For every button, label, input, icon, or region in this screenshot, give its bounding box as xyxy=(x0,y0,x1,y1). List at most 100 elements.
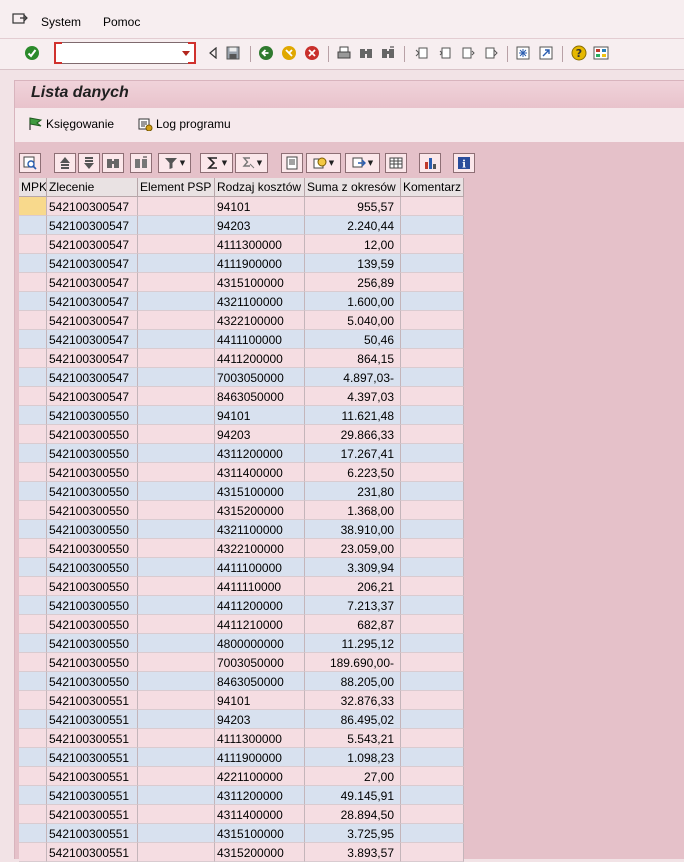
cell-cost-center[interactable] xyxy=(19,406,47,425)
cell-cost-element[interactable]: 4315100000 xyxy=(215,482,305,501)
column-header-cost-center[interactable]: MPK xyxy=(19,178,47,197)
new-session-icon[interactable] xyxy=(515,45,531,61)
cell-cost-element[interactable]: 8463050000 xyxy=(215,672,305,691)
table-row[interactable]: 542100300547 94203 2.240,44 xyxy=(19,216,464,235)
cell-wbs-element[interactable] xyxy=(138,558,215,577)
cell-cost-center[interactable] xyxy=(19,615,47,634)
cell-cost-element[interactable]: 7003050000 xyxy=(215,368,305,387)
cell-period-sum[interactable]: 206,21 xyxy=(305,577,401,596)
cell-comment[interactable] xyxy=(401,254,464,273)
cell-comment[interactable] xyxy=(401,406,464,425)
cell-order[interactable]: 542100300550 xyxy=(47,577,138,596)
export-icon[interactable]: ▼ xyxy=(345,153,380,173)
cell-cost-element[interactable]: 4315200000 xyxy=(215,501,305,520)
cell-order[interactable]: 542100300550 xyxy=(47,596,138,615)
cell-comment[interactable] xyxy=(401,292,464,311)
cell-comment[interactable] xyxy=(401,520,464,539)
cell-order[interactable]: 542100300547 xyxy=(47,254,138,273)
cell-cost-center[interactable] xyxy=(19,558,47,577)
cell-cost-center[interactable] xyxy=(19,387,47,406)
cell-cost-element[interactable]: 4315100000 xyxy=(215,824,305,843)
cell-comment[interactable] xyxy=(401,368,464,387)
cell-wbs-element[interactable] xyxy=(138,235,215,254)
cell-period-sum[interactable]: 6.223,50 xyxy=(305,463,401,482)
cell-order[interactable]: 542100300547 xyxy=(47,387,138,406)
cell-cost-center[interactable] xyxy=(19,368,47,387)
cell-period-sum[interactable]: 4.397,03 xyxy=(305,387,401,406)
cell-cost-center[interactable] xyxy=(19,254,47,273)
cell-cost-center[interactable] xyxy=(19,596,47,615)
cell-order[interactable]: 542100300550 xyxy=(47,501,138,520)
cell-wbs-element[interactable] xyxy=(138,710,215,729)
column-header-wbs-element[interactable]: Element PSP xyxy=(138,178,215,197)
cell-cost-element[interactable]: 94203 xyxy=(215,216,305,235)
table-row[interactable]: 542100300551 4315200000 3.893,57 xyxy=(19,843,464,862)
table-row[interactable]: 542100300547 4411100000 50,46 xyxy=(19,330,464,349)
cell-cost-center[interactable] xyxy=(19,843,47,862)
find-next-icon[interactable] xyxy=(380,45,396,61)
cell-comment[interactable] xyxy=(401,691,464,710)
command-input[interactable] xyxy=(59,45,179,63)
cell-period-sum[interactable]: 2.240,44 xyxy=(305,216,401,235)
cell-wbs-element[interactable] xyxy=(138,729,215,748)
cell-order[interactable]: 542100300550 xyxy=(47,463,138,482)
table-row[interactable]: 542100300550 8463050000 88.205,00 xyxy=(19,672,464,691)
cell-wbs-element[interactable] xyxy=(138,406,215,425)
cell-cost-center[interactable] xyxy=(19,653,47,672)
cell-period-sum[interactable]: 3.725,95 xyxy=(305,824,401,843)
cell-period-sum[interactable]: 29.866,33 xyxy=(305,425,401,444)
shortcut-icon[interactable] xyxy=(538,45,554,61)
cell-order[interactable]: 542100300550 xyxy=(47,406,138,425)
cell-cost-element[interactable]: 94101 xyxy=(215,406,305,425)
help-icon[interactable]: ? xyxy=(571,45,587,61)
cell-comment[interactable] xyxy=(401,767,464,786)
cell-order[interactable]: 542100300547 xyxy=(47,292,138,311)
cell-wbs-element[interactable] xyxy=(138,748,215,767)
posting-button[interactable]: Księgowanie xyxy=(27,117,114,131)
cell-period-sum[interactable]: 189.690,00- xyxy=(305,653,401,672)
cell-wbs-element[interactable] xyxy=(138,672,215,691)
cell-cost-element[interactable]: 4311200000 xyxy=(215,444,305,463)
column-header-order[interactable]: Zlecenie xyxy=(47,178,138,197)
cell-comment[interactable] xyxy=(401,216,464,235)
cell-order[interactable]: 542100300550 xyxy=(47,539,138,558)
cell-comment[interactable] xyxy=(401,805,464,824)
sort-ascending-icon[interactable] xyxy=(54,153,76,173)
cell-wbs-element[interactable] xyxy=(138,273,215,292)
cell-wbs-element[interactable] xyxy=(138,254,215,273)
table-row[interactable]: 542100300547 4411200000 864,15 xyxy=(19,349,464,368)
cell-cost-center[interactable] xyxy=(19,577,47,596)
cell-period-sum[interactable]: 1.600,00 xyxy=(305,292,401,311)
cell-comment[interactable] xyxy=(401,824,464,843)
table-row[interactable]: 542100300550 7003050000 189.690,00- xyxy=(19,653,464,672)
find-icon[interactable] xyxy=(102,153,124,173)
cell-comment[interactable] xyxy=(401,558,464,577)
cell-wbs-element[interactable] xyxy=(138,292,215,311)
cell-cost-element[interactable]: 4221100000 xyxy=(215,767,305,786)
cell-cost-center[interactable] xyxy=(19,273,47,292)
table-row[interactable]: 542100300550 4411210000 682,87 xyxy=(19,615,464,634)
cell-cost-center[interactable] xyxy=(19,197,47,216)
chevron-down-icon[interactable] xyxy=(182,51,190,56)
cell-wbs-element[interactable] xyxy=(138,425,215,444)
cell-cost-center[interactable] xyxy=(19,349,47,368)
cell-comment[interactable] xyxy=(401,615,464,634)
table-row[interactable]: 542100300550 4411100000 3.309,94 xyxy=(19,558,464,577)
table-row[interactable]: 542100300550 4411200000 7.213,37 xyxy=(19,596,464,615)
table-row[interactable]: 542100300551 94101 32.876,33 xyxy=(19,691,464,710)
cell-period-sum[interactable]: 864,15 xyxy=(305,349,401,368)
cell-comment[interactable] xyxy=(401,786,464,805)
table-row[interactable]: 542100300551 4311200000 49.145,91 xyxy=(19,786,464,805)
cell-period-sum[interactable]: 11.621,48 xyxy=(305,406,401,425)
cell-order[interactable]: 542100300550 xyxy=(47,425,138,444)
cell-wbs-element[interactable] xyxy=(138,843,215,862)
cell-wbs-element[interactable] xyxy=(138,596,215,615)
cell-period-sum[interactable]: 1.098,23 xyxy=(305,748,401,767)
cell-cost-element[interactable]: 4111900000 xyxy=(215,748,305,767)
cell-cost-center[interactable] xyxy=(19,330,47,349)
cell-cost-element[interactable]: 4411200000 xyxy=(215,349,305,368)
cell-cost-element[interactable]: 4411100000 xyxy=(215,330,305,349)
cell-cost-center[interactable] xyxy=(19,672,47,691)
cell-comment[interactable] xyxy=(401,748,464,767)
back-icon[interactable] xyxy=(258,45,274,61)
